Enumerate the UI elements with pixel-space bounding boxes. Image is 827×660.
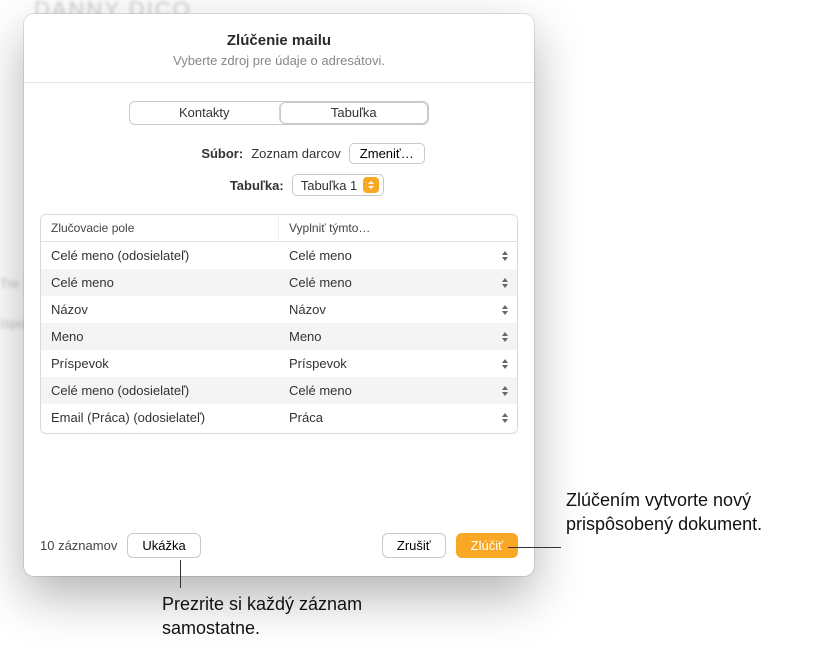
- chevron-up-down-icon: [499, 329, 511, 345]
- fill-with-value: Celé meno: [289, 275, 352, 290]
- merge-field-cell: Meno: [41, 329, 279, 344]
- merge-field-cell: Názov: [41, 302, 279, 317]
- fill-with-cell[interactable]: Meno: [279, 329, 517, 345]
- table-row: Celé meno (odosielateľ) Celé meno: [41, 377, 517, 404]
- chevron-up-down-icon: [499, 383, 511, 399]
- file-value: Zoznam darcov: [251, 146, 341, 161]
- file-label: Súbor:: [133, 146, 243, 161]
- merge-field-cell: Celé meno: [41, 275, 279, 290]
- file-row: Súbor: Zoznam darcov Zmeniť…: [40, 143, 518, 164]
- fill-with-cell[interactable]: Celé meno: [279, 383, 517, 399]
- chevron-up-down-icon: [499, 275, 511, 291]
- table-body[interactable]: Celé meno (odosielateľ)Celé menoCelé men…: [41, 242, 517, 433]
- fill-with-value: Práca: [289, 410, 323, 425]
- chevron-up-down-icon: [499, 302, 511, 318]
- sheet-subtitle: Vyberte zdroj pre údaje o adresátovi.: [40, 53, 518, 68]
- col-fill-with: Vyplniť týmto…: [279, 215, 517, 241]
- preview-button[interactable]: Ukážka: [127, 533, 200, 558]
- callout-line-preview: [180, 560, 181, 588]
- sheet-body: Kontakty Tabuľka Súbor: Zoznam darcov Zm…: [24, 83, 534, 517]
- fill-with-value: Meno: [289, 329, 322, 344]
- tab-contacts[interactable]: Kontakty: [130, 102, 279, 124]
- merge-field-cell: Celé meno (odosielateľ): [41, 248, 279, 263]
- col-merge-field: Zlučovacie pole: [41, 215, 279, 241]
- table-row: Email (Práca) (odosielateľ) Práca: [41, 404, 517, 431]
- merge-field-cell: Email (Práca) (odosielateľ): [41, 410, 279, 425]
- mail-merge-sheet: Zlúčenie mailu Vyberte zdroj pre údaje o…: [24, 14, 534, 576]
- merge-fields-table: Zlučovacie pole Vyplniť týmto… Celé meno…: [40, 214, 518, 434]
- merge-button[interactable]: Zlúčiť: [456, 533, 518, 558]
- cancel-button[interactable]: Zrušiť: [382, 533, 446, 558]
- sheet-header: Zlúčenie mailu Vyberte zdroj pre údaje o…: [24, 14, 534, 83]
- fill-with-cell[interactable]: Celé meno: [279, 248, 517, 264]
- fill-with-cell[interactable]: Práca: [279, 410, 517, 426]
- record-count: 10 záznamov: [40, 538, 117, 553]
- callout-preview: Prezrite si každý záznam samostatne.: [162, 592, 422, 641]
- fill-with-value: Názov: [289, 302, 326, 317]
- table-row: Názov Názov: [41, 296, 517, 323]
- table-row: Príspevok Príspevok: [41, 350, 517, 377]
- table-select-value: Tabuľka 1: [301, 178, 358, 193]
- chevron-up-down-icon: [363, 177, 379, 193]
- fill-with-cell[interactable]: Názov: [279, 302, 517, 318]
- bg-side-2: íspo: [0, 310, 25, 338]
- tab-table[interactable]: Tabuľka: [279, 102, 429, 124]
- chevron-up-down-icon: [499, 410, 511, 426]
- table-header: Zlučovacie pole Vyplniť týmto…: [41, 215, 517, 242]
- sheet-title: Zlúčenie mailu: [40, 32, 518, 49]
- chevron-up-down-icon: [499, 356, 511, 372]
- table-row: Celé meno (odosielateľ) Celé meno: [41, 242, 517, 269]
- table-row: Celé meno Celé meno: [41, 269, 517, 296]
- callout-merge: Zlúčením vytvorte nový prispôsobený doku…: [566, 488, 816, 537]
- merge-field-cell: Príspevok: [41, 356, 279, 371]
- callout-line-merge: [508, 547, 561, 548]
- merge-field-cell: Celé meno (odosielateľ): [41, 383, 279, 398]
- fill-with-value: Príspevok: [289, 356, 347, 371]
- table-row: Tabuľka: Tabuľka 1: [40, 174, 518, 196]
- fill-with-value: Celé meno: [289, 383, 352, 398]
- fill-with-cell[interactable]: Príspevok: [279, 356, 517, 372]
- source-segmented-control: Kontakty Tabuľka: [129, 101, 429, 125]
- table-row: Meno Meno: [41, 323, 517, 350]
- fill-with-cell[interactable]: Celé meno: [279, 275, 517, 291]
- table-label: Tabuľka:: [174, 178, 284, 193]
- bg-side-1: Tre: [0, 270, 19, 298]
- fill-with-value: Celé meno: [289, 248, 352, 263]
- chevron-up-down-icon: [499, 248, 511, 264]
- sheet-footer: 10 záznamov Ukážka Zrušiť Zlúčiť: [24, 517, 534, 576]
- table-select-popup[interactable]: Tabuľka 1: [292, 174, 385, 196]
- change-file-button[interactable]: Zmeniť…: [349, 143, 425, 164]
